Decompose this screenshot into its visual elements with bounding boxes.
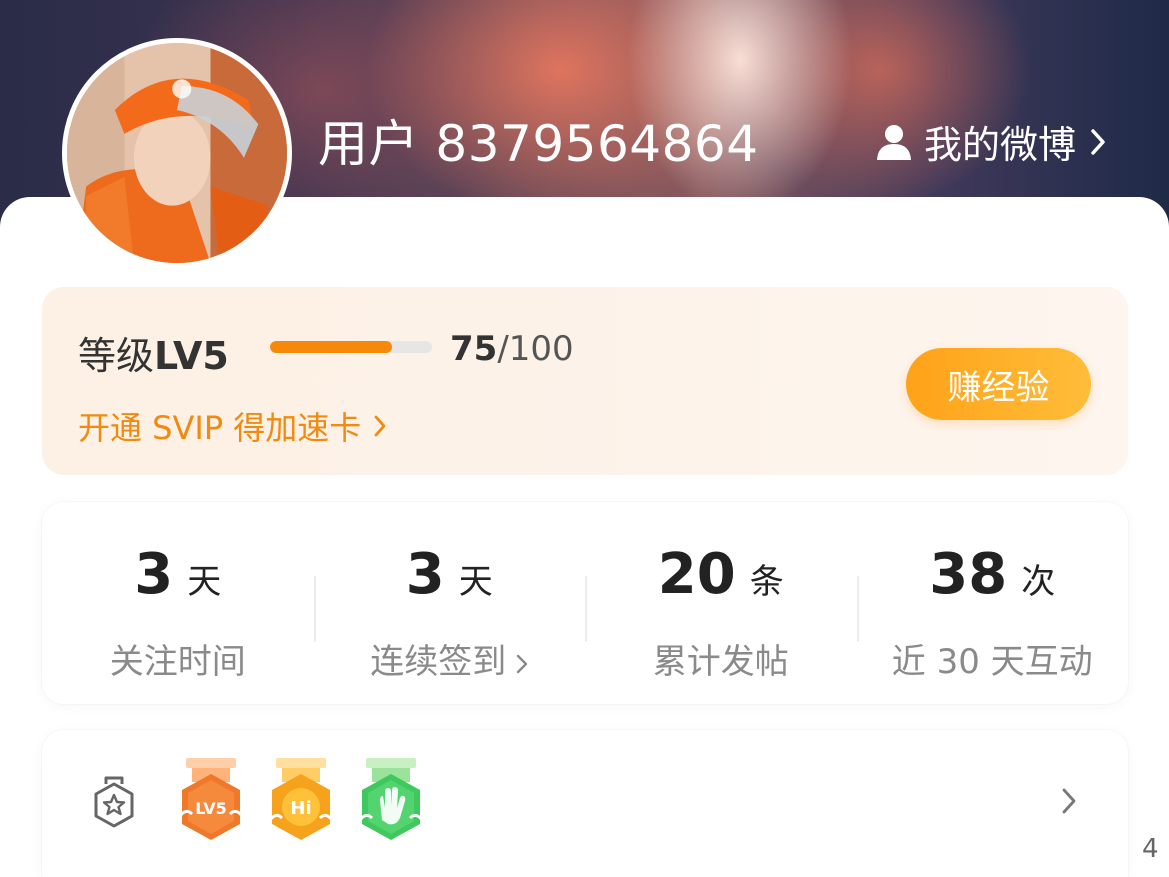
level-progress-fill	[270, 341, 392, 353]
level-label-prefix: 等级	[78, 334, 155, 378]
badge-wall[interactable]: LV5 Hi	[42, 730, 1128, 877]
stat-unit: 天	[187, 562, 222, 602]
level-value: LV5	[154, 334, 229, 378]
stat-unit: 条	[749, 562, 784, 602]
stat-unit: 天	[458, 562, 493, 602]
progress-max: /100	[497, 329, 574, 369]
level-progress-bar	[270, 341, 432, 353]
page-indicator: 4	[1142, 834, 1159, 864]
my-weibo-label: 我的微博	[924, 123, 1077, 167]
stat-value: 3	[134, 542, 174, 607]
stat-total-posts: 20 条 累计发帖	[585, 502, 857, 704]
level-label: 等级LV5	[78, 325, 229, 380]
svip-speedup-link[interactable]: 开通 SVIP 得加速卡	[78, 403, 387, 449]
svg-text:LV5: LV5	[195, 799, 227, 818]
username: 用户 8379564864	[318, 115, 759, 173]
chevron-right-icon[interactable]	[1060, 786, 1078, 816]
earn-experience-button[interactable]: 赚经验	[906, 348, 1091, 420]
stat-value: 38	[929, 542, 1008, 607]
stat-label: 累计发帖	[652, 642, 789, 682]
person-icon	[877, 124, 911, 160]
chevron-right-icon	[517, 654, 528, 673]
level-progress-text: 75/100	[450, 329, 574, 369]
stat-label: 关注时间	[109, 642, 246, 682]
stats-card: 3天 关注时间 3天 连续签到 20 条 累计发帖 38 次 近 30 天互动	[42, 502, 1128, 704]
stat-checkin-streak[interactable]: 3天 连续签到	[313, 502, 586, 704]
lv5-medal-icon: LV5	[178, 758, 244, 840]
level-card: 等级LV5 75/100 开通 SVIP 得加速卡 赚经验	[42, 287, 1128, 475]
stat-unit: 次	[1021, 562, 1056, 602]
progress-current: 75	[450, 329, 498, 369]
badge-wall-icon	[94, 776, 134, 828]
stat-value: 3	[405, 542, 445, 607]
stat-follow-duration: 3天 关注时间	[42, 502, 314, 704]
stat-label: 连续签到	[370, 642, 507, 682]
stat-30day-interactions: 38 次 近 30 天互动	[856, 502, 1129, 704]
svip-link-label: 开通 SVIP 得加速卡	[78, 409, 362, 447]
chevron-right-icon	[374, 415, 386, 437]
stat-value: 20	[657, 542, 736, 607]
avatar-photo	[67, 43, 287, 263]
wave-hand-medal-icon	[358, 758, 424, 840]
avatar[interactable]	[62, 38, 292, 268]
my-weibo-link[interactable]: 我的微博	[874, 114, 1108, 169]
chevron-right-icon	[1091, 128, 1105, 155]
svg-text:Hi: Hi	[290, 798, 311, 819]
hi-medal-icon: Hi	[268, 758, 334, 840]
stat-label: 近 30 天互动	[891, 642, 1093, 682]
